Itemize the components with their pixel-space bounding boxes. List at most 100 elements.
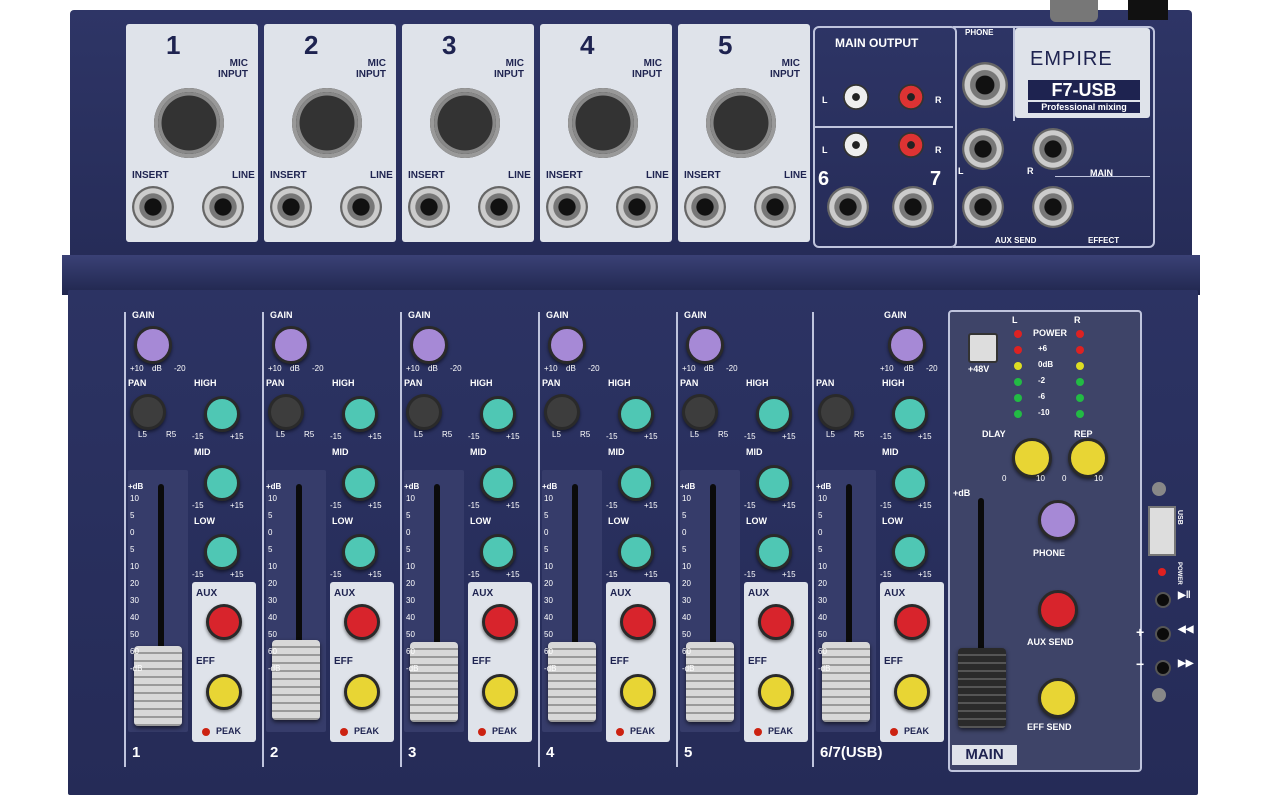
xlr-mic-input[interactable] <box>568 88 638 158</box>
mid-eq-knob[interactable] <box>756 465 792 501</box>
eff-knob[interactable] <box>206 674 242 710</box>
phone-jack[interactable] <box>962 62 1008 108</box>
channel-fader[interactable] <box>548 642 596 722</box>
insert-jack[interactable] <box>684 186 726 228</box>
low-eq-knob[interactable] <box>892 534 928 570</box>
insert-jack[interactable] <box>132 186 174 228</box>
pan-knob[interactable] <box>406 394 442 430</box>
aux-knob[interactable] <box>206 604 242 640</box>
gain-label: GAIN <box>684 310 707 320</box>
rca-out-white[interactable] <box>843 84 869 110</box>
low-eq-knob[interactable] <box>204 534 240 570</box>
eff-knob[interactable] <box>620 674 656 710</box>
power-connector <box>1050 0 1098 22</box>
gain-knob[interactable] <box>410 326 448 364</box>
line-jack[interactable] <box>202 186 244 228</box>
pan-left: L5 <box>690 430 699 439</box>
xlr-mic-input[interactable] <box>706 88 776 158</box>
xlr-mic-input[interactable] <box>154 88 224 158</box>
high-eq-knob[interactable] <box>342 396 378 432</box>
next-button[interactable] <box>1155 660 1171 676</box>
mid-eq-max: +15 <box>644 501 658 510</box>
mid-eq-knob[interactable] <box>618 465 654 501</box>
line-jack[interactable] <box>754 186 796 228</box>
low-eq-max: +15 <box>782 570 796 579</box>
fader-scale-mark: 60 <box>406 647 415 656</box>
channel-fader[interactable] <box>410 642 458 722</box>
insert-jack[interactable] <box>408 186 450 228</box>
high-eq-knob[interactable] <box>204 396 240 432</box>
aux-knob[interactable] <box>344 604 380 640</box>
channel-fader[interactable] <box>686 642 734 722</box>
channel-fader[interactable] <box>134 646 182 726</box>
gain-knob[interactable] <box>888 326 926 364</box>
rca-out-red[interactable] <box>898 84 924 110</box>
high-eq-knob[interactable] <box>756 396 792 432</box>
main-out-l-jack[interactable] <box>962 128 1004 170</box>
xlr-mic-input[interactable] <box>292 88 362 158</box>
aux-knob[interactable] <box>482 604 518 640</box>
line-jack[interactable] <box>616 186 658 228</box>
low-eq-knob[interactable] <box>480 534 516 570</box>
channel-number: 3 <box>442 30 457 60</box>
insert-jack[interactable] <box>270 186 312 228</box>
high-eq-knob[interactable] <box>618 396 654 432</box>
insert-jack[interactable] <box>546 186 588 228</box>
low-eq-knob[interactable] <box>756 534 792 570</box>
mid-eq-knob[interactable] <box>204 465 240 501</box>
mid-eq-knob[interactable] <box>342 465 378 501</box>
low-eq-knob[interactable] <box>618 534 654 570</box>
channel-fader[interactable] <box>272 640 320 720</box>
mid-eq-knob[interactable] <box>480 465 516 501</box>
gain-knob[interactable] <box>272 326 310 364</box>
mid-eq-knob[interactable] <box>892 465 928 501</box>
line-jack[interactable] <box>478 186 520 228</box>
aux-send-jack[interactable] <box>962 186 1004 228</box>
high-eq-knob[interactable] <box>480 396 516 432</box>
xlr-mic-input[interactable] <box>430 88 500 158</box>
rca-in-red[interactable] <box>898 132 924 158</box>
eff-knob[interactable] <box>894 674 930 710</box>
eff-knob[interactable] <box>758 674 794 710</box>
power-switch[interactable] <box>1128 0 1168 20</box>
phone-level-knob[interactable] <box>1038 500 1078 540</box>
pan-knob[interactable] <box>682 394 718 430</box>
pan-knob[interactable] <box>544 394 580 430</box>
eff-send-knob[interactable] <box>1038 678 1078 718</box>
main-out-r-jack[interactable] <box>1032 128 1074 170</box>
eff-knob[interactable] <box>482 674 518 710</box>
high-eq-label: HIGH <box>608 378 631 388</box>
strip-label: 4 <box>546 744 555 761</box>
effect-jack[interactable] <box>1032 186 1074 228</box>
high-eq-knob[interactable] <box>892 396 928 432</box>
aux-knob[interactable] <box>894 604 930 640</box>
delay-knob[interactable] <box>1012 438 1052 478</box>
pan-knob[interactable] <box>818 394 854 430</box>
eff-knob[interactable] <box>344 674 380 710</box>
ch6-jack[interactable] <box>827 186 869 228</box>
rca-in-white[interactable] <box>843 132 869 158</box>
usb-port[interactable] <box>1148 506 1176 556</box>
channel-fader[interactable] <box>822 642 870 722</box>
high-eq-max: +15 <box>918 432 932 441</box>
fader-scale-mark: 40 <box>544 613 553 622</box>
low-eq-knob[interactable] <box>342 534 378 570</box>
gain-knob[interactable] <box>134 326 172 364</box>
pan-knob[interactable] <box>268 394 304 430</box>
mid-eq-max: +15 <box>782 501 796 510</box>
pan-knob[interactable] <box>130 394 166 430</box>
rep-knob[interactable] <box>1068 438 1108 478</box>
high-eq-label: HIGH <box>882 378 905 388</box>
ch7-jack[interactable] <box>892 186 934 228</box>
aux-knob[interactable] <box>620 604 656 640</box>
aux-knob[interactable] <box>758 604 794 640</box>
gain-knob[interactable] <box>548 326 586 364</box>
main-fader[interactable] <box>958 648 1006 728</box>
play-pause-button[interactable] <box>1155 592 1171 608</box>
aux-send-knob[interactable] <box>1038 590 1078 630</box>
eff-label: EFF <box>196 656 215 667</box>
prev-button[interactable] <box>1155 626 1171 642</box>
phantom-power-button[interactable] <box>968 333 998 363</box>
line-jack[interactable] <box>340 186 382 228</box>
gain-knob[interactable] <box>686 326 724 364</box>
